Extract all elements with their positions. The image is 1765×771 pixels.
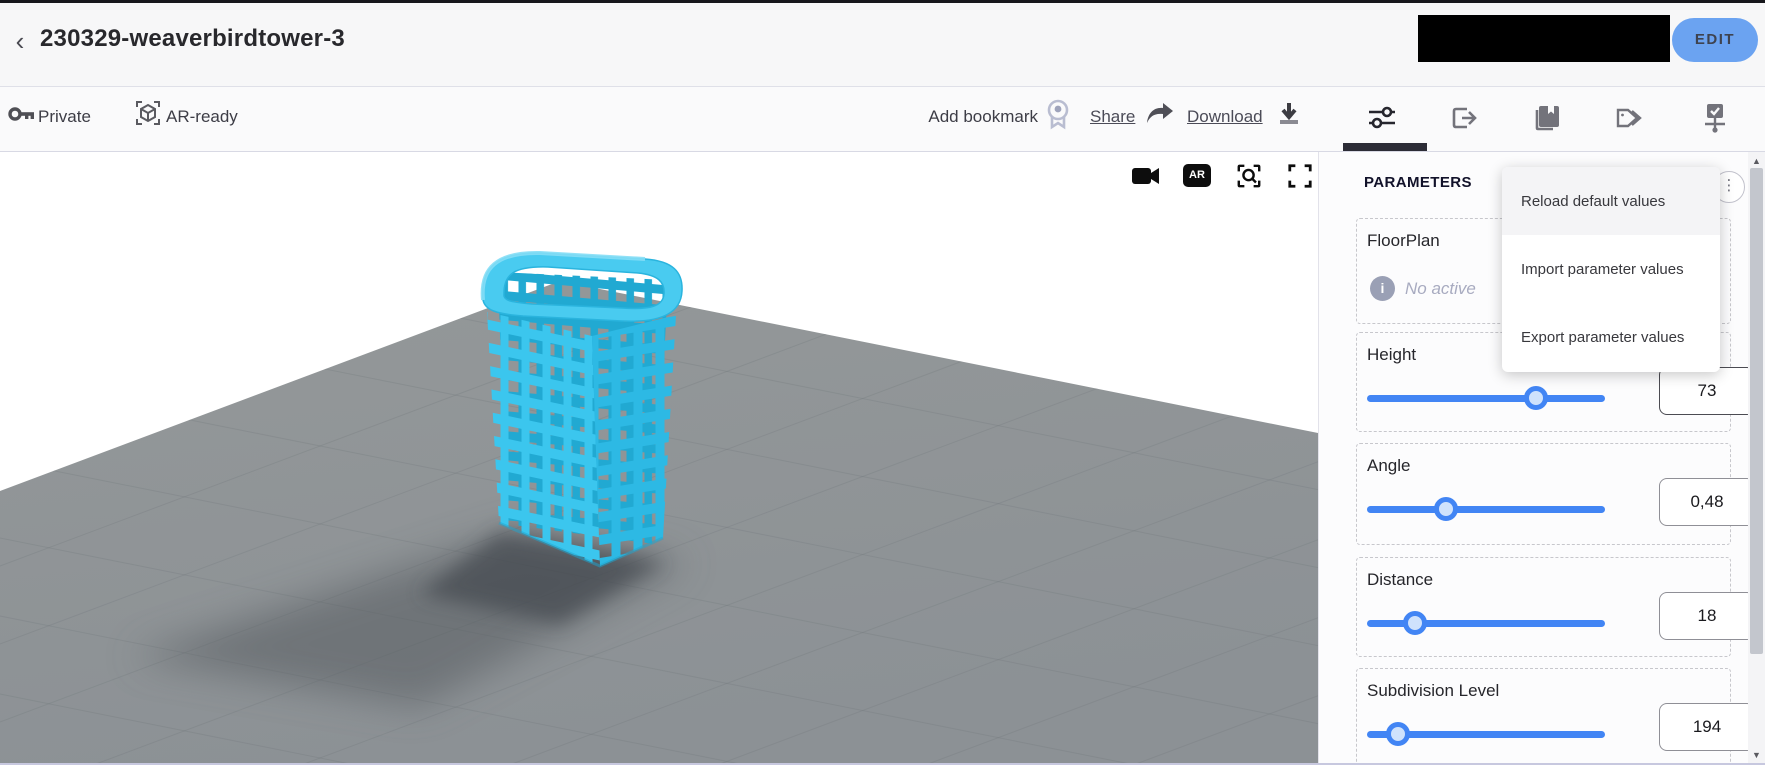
sliders-icon[interactable] <box>1368 104 1396 132</box>
tags-icon[interactable] <box>1616 105 1646 131</box>
slider-handle[interactable] <box>1434 497 1458 521</box>
page-title: 230329-weaverbirdtower-3 <box>40 25 345 53</box>
parameter-label: Subdivision Level <box>1367 681 1499 701</box>
private-label: Private <box>38 107 91 127</box>
back-button[interactable]: ‹ <box>6 27 34 57</box>
bookmark-badge-icon[interactable] <box>1044 98 1072 130</box>
panel-scrollbar[interactable]: ▲ ▼ <box>1748 152 1765 764</box>
slider-handle[interactable] <box>1386 722 1410 746</box>
panel-heading: PARAMETERS <box>1364 174 1472 191</box>
slider-handle[interactable] <box>1403 611 1427 635</box>
slider-handle[interactable] <box>1524 386 1548 410</box>
parameter-card: Distance <box>1356 557 1731 657</box>
export-icon[interactable] <box>1450 104 1478 132</box>
share-link[interactable]: Share <box>1090 107 1135 127</box>
slider-track[interactable] <box>1367 506 1605 513</box>
header-bar: ‹ 230329-weaverbirdtower-3 EDIT <box>0 3 1765 87</box>
parameter-label: Distance <box>1367 570 1433 590</box>
parameter-card: Angle <box>1356 443 1731 545</box>
parameter-value-input[interactable] <box>1659 592 1749 640</box>
parameters-dropdown-menu: Reload default valuesImport parameter va… <box>1502 167 1720 372</box>
model-tower <box>483 253 682 566</box>
video-camera-icon[interactable] <box>1131 163 1161 189</box>
share-arrow-icon[interactable] <box>1146 102 1174 126</box>
active-tab-indicator <box>1343 143 1427 151</box>
info-icon: i <box>1370 276 1395 301</box>
ar-view-button[interactable]: AR <box>1183 164 1211 187</box>
add-bookmark-button[interactable]: Add bookmark <box>905 107 1038 127</box>
viewport-bottom-border <box>0 763 1765 765</box>
download-link[interactable]: Download <box>1187 107 1263 127</box>
parameter-card: Subdivision Level <box>1356 668 1731 764</box>
download-icon[interactable] <box>1276 102 1302 128</box>
model-toolbar: Private AR-ready Add bookmark Share Down… <box>0 87 1765 152</box>
inspect-zoom-icon[interactable] <box>1234 163 1264 189</box>
parameter-value-input[interactable] <box>1659 703 1749 751</box>
parameter-label: Height <box>1367 345 1416 365</box>
edit-button[interactable]: EDIT <box>1672 18 1758 62</box>
parameter-slider[interactable] <box>1367 497 1605 521</box>
scroll-down-button[interactable]: ▼ <box>1748 746 1765 764</box>
parameter-value-input[interactable] <box>1659 367 1749 415</box>
3d-scene <box>0 152 1318 764</box>
scrollbar-thumb[interactable] <box>1750 168 1763 654</box>
private-key-icon <box>8 100 36 128</box>
floorplan-label: FloorPlan <box>1367 231 1440 251</box>
slider-track[interactable] <box>1367 395 1605 402</box>
app-window: ‹ 230329-weaverbirdtower-3 EDIT Private … <box>0 0 1765 771</box>
parameter-value-input[interactable] <box>1659 478 1749 526</box>
parameter-slider[interactable] <box>1367 611 1605 635</box>
menu-item[interactable]: Export parameter values <box>1502 303 1720 371</box>
versions-icon[interactable] <box>1700 102 1730 134</box>
library-icon[interactable] <box>1533 103 1561 133</box>
ar-ready-label: AR-ready <box>166 107 238 127</box>
menu-item[interactable]: Reload default values <box>1502 167 1720 235</box>
menu-item[interactable]: Import parameter values <box>1502 235 1720 303</box>
fullscreen-icon[interactable] <box>1285 163 1315 189</box>
redacted-account-area <box>1418 15 1670 62</box>
3d-viewport[interactable] <box>0 152 1318 764</box>
ar-ready-icon <box>134 99 162 127</box>
parameter-slider[interactable] <box>1367 722 1605 746</box>
parameter-label: Angle <box>1367 456 1410 476</box>
parameter-slider[interactable] <box>1367 386 1605 410</box>
